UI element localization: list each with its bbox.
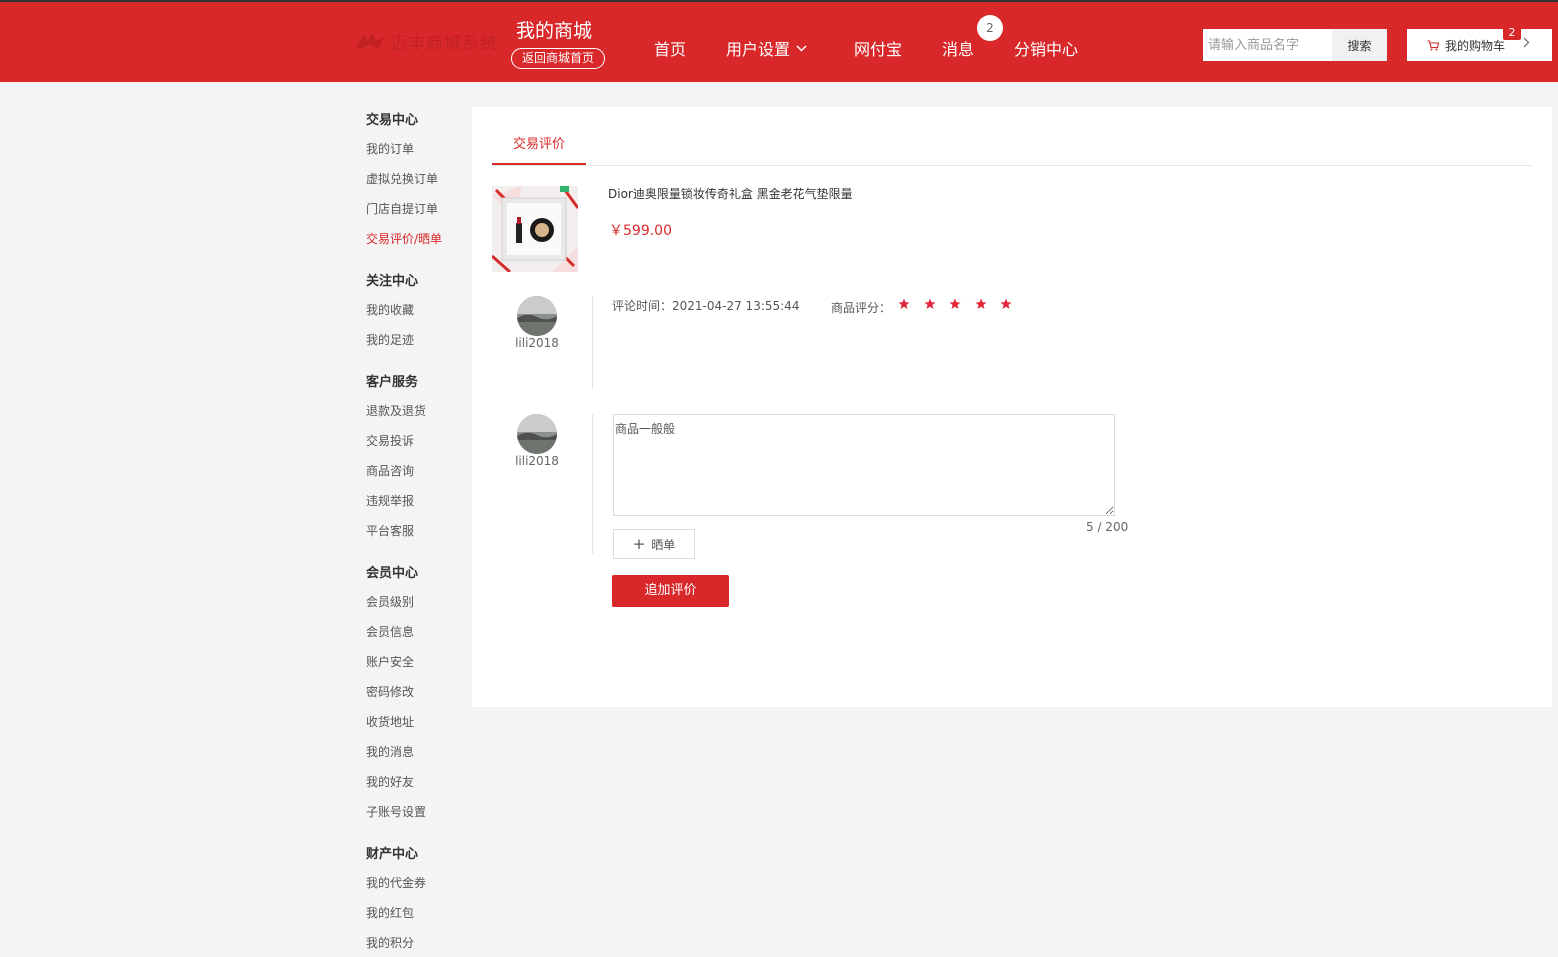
product-image[interactable] xyxy=(492,186,578,272)
sidebar-item-refunds[interactable]: 退款及退货 xyxy=(366,402,426,419)
nav-user-settings[interactable]: 用户设置 xyxy=(726,36,807,60)
rating-label: 商品评分： xyxy=(831,301,892,315)
site-logo[interactable]: 迈丰商城系统 xyxy=(354,26,498,56)
sidebar-item-red-packets[interactable]: 我的红包 xyxy=(366,904,414,921)
review-divider xyxy=(592,296,593,389)
upload-photos-button[interactable]: + 晒单 xyxy=(613,529,695,559)
mall-title: 我的商城 xyxy=(516,20,593,42)
review-panel: 交易评价 Dior迪奥限量锁妆传奇礼盒 黑金老花气垫限量 ￥599.00 lil… xyxy=(472,107,1552,707)
logo-text: 迈丰商城系统 xyxy=(390,33,498,54)
sidebar-item-my-messages[interactable]: 我的消息 xyxy=(366,743,414,760)
star-icon xyxy=(898,298,910,309)
char-counter: 5 / 200 xyxy=(1086,520,1129,534)
chevron-right-icon xyxy=(1523,37,1530,48)
nav-home[interactable]: 首页 xyxy=(654,36,686,60)
star-icon xyxy=(949,298,961,309)
nav-messages[interactable]: 消息 xyxy=(942,36,974,60)
sidebar-item-points[interactable]: 我的积分 xyxy=(366,934,414,951)
cart-icon xyxy=(1427,39,1439,50)
nav-wangfubao[interactable]: 网付宝 xyxy=(854,36,902,60)
rating-stars xyxy=(898,298,1026,310)
sidebar-heading-service: 客户服务 xyxy=(366,375,419,390)
sidebar-item-reviews[interactable]: 交易评价/晒单 xyxy=(366,230,442,247)
sidebar-item-addresses[interactable]: 收货地址 xyxy=(366,713,414,730)
sidebar-heading-trade: 交易中心 xyxy=(366,113,419,128)
add-review-button[interactable]: 追加评价 xyxy=(612,575,729,607)
logo-mark-icon xyxy=(356,33,384,49)
sidebar-item-inquiries[interactable]: 商品咨询 xyxy=(366,462,414,479)
sidebar-item-friends[interactable]: 我的好友 xyxy=(366,773,414,790)
product-price: ￥599.00 xyxy=(609,223,672,239)
sidebar-heading-assets: 财产中心 xyxy=(366,847,419,862)
sidebar-heading-follow: 关注中心 xyxy=(366,274,419,289)
cart-button[interactable]: 我的购物车 xyxy=(1407,29,1552,61)
sidebar-item-sub-accounts[interactable]: 子账号设置 xyxy=(366,803,426,820)
sidebar-item-account-security[interactable]: 账户安全 xyxy=(366,653,414,670)
sidebar-item-history[interactable]: 我的足迹 xyxy=(366,331,414,348)
search-button[interactable]: 搜索 xyxy=(1332,29,1387,61)
sidebar-item-vouchers[interactable]: 我的代金券 xyxy=(366,874,426,891)
followup-username: lili2018 xyxy=(515,454,559,468)
star-icon xyxy=(975,298,986,309)
followup-divider xyxy=(592,414,593,554)
sidebar-item-member-level[interactable]: 会员级别 xyxy=(366,593,414,610)
sidebar-item-password[interactable]: 密码修改 xyxy=(366,683,414,700)
sidebar-item-pickup-orders[interactable]: 门店自提订单 xyxy=(366,200,438,217)
user-avatar xyxy=(517,414,557,454)
sidebar-item-support[interactable]: 平台客服 xyxy=(366,522,414,539)
tab-trade-review[interactable]: 交易评价 xyxy=(492,125,586,165)
chevron-down-icon xyxy=(796,45,807,52)
sidebar-item-virtual-orders[interactable]: 虚拟兑换订单 xyxy=(366,170,438,187)
followup-review-input[interactable]: 商品一般般 xyxy=(613,414,1115,516)
sidebar-item-my-orders[interactable]: 我的订单 xyxy=(366,140,414,157)
sidebar-item-reports[interactable]: 违规举报 xyxy=(366,492,414,509)
star-icon xyxy=(1000,298,1012,309)
message-count-badge: 2 xyxy=(977,15,1003,41)
sidebar-item-complaints[interactable]: 交易投诉 xyxy=(366,432,414,449)
back-home-button[interactable]: 返回商城首页 xyxy=(511,48,605,69)
sidebar-item-member-info[interactable]: 会员信息 xyxy=(366,623,414,640)
upload-photos-label: 晒单 xyxy=(651,537,676,552)
nav-user-settings-label: 用户设置 xyxy=(726,40,791,59)
sidebar-heading-member: 会员中心 xyxy=(366,566,419,581)
search-input[interactable] xyxy=(1203,29,1332,61)
tab-divider xyxy=(492,165,1532,166)
plus-icon: + xyxy=(632,535,646,553)
cart-count-badge: 2 xyxy=(1503,25,1521,40)
review-time: 评论时间：2021-04-27 13:55:44 xyxy=(612,299,800,313)
nav-distribution[interactable]: 分销中心 xyxy=(1014,36,1078,60)
review-username: lili2018 xyxy=(515,336,559,350)
user-avatar xyxy=(517,296,557,336)
product-name[interactable]: Dior迪奥限量锁妆传奇礼盒 黑金老花气垫限量 xyxy=(608,185,853,202)
top-header: 迈丰商城系统 我的商城 返回商城首页 首页 用户设置 网付宝 消息 2 分销中心… xyxy=(0,0,1558,82)
sidebar-item-favorites[interactable]: 我的收藏 xyxy=(366,301,414,318)
star-icon xyxy=(924,298,935,309)
cart-label: 我的购物车 xyxy=(1445,38,1506,53)
